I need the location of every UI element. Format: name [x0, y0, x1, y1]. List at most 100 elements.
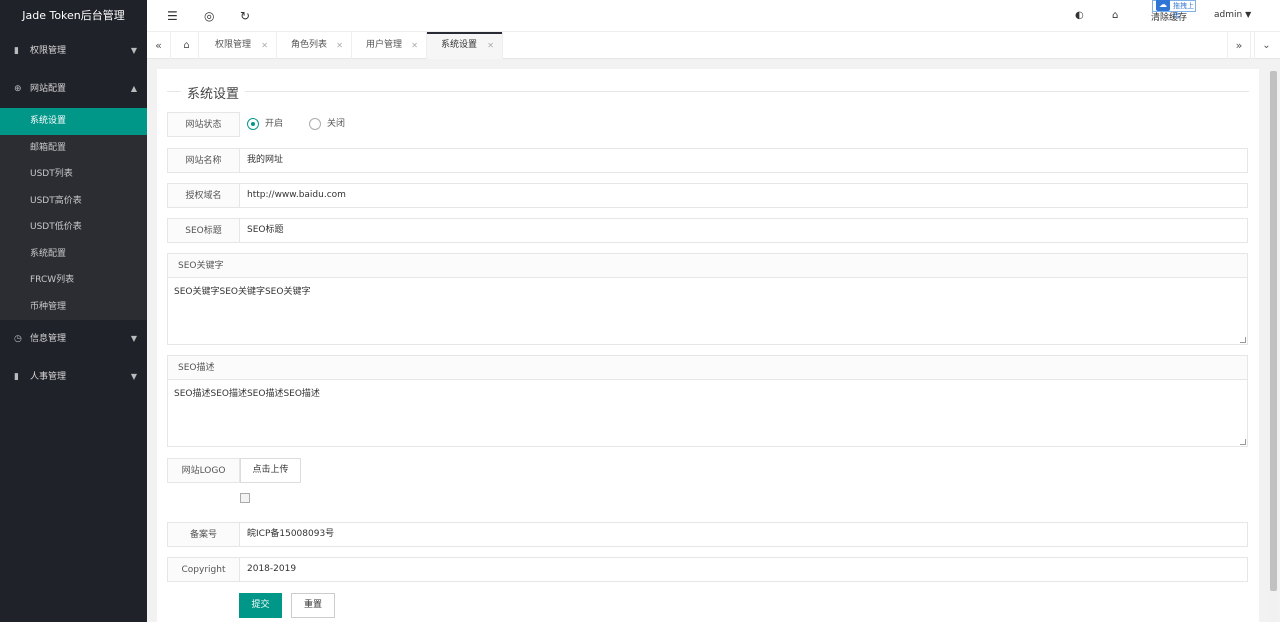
scrollbar-thumb[interactable]	[1270, 71, 1277, 591]
nav-group-label: 权限管理	[30, 46, 67, 56]
user-menu[interactable]: admin ▼	[1214, 10, 1251, 20]
nav-group-label: 人事管理	[30, 372, 67, 382]
site-name-input[interactable]: 我的网址	[240, 148, 1248, 173]
seo-keywords-value: SEO关键字SEO关键字SEO关键字	[174, 287, 311, 297]
copyright-label: Copyright	[167, 557, 240, 582]
tabs-scroll-right-icon[interactable]: »	[1227, 32, 1251, 59]
seo-title-label: SEO标题	[167, 218, 240, 243]
upload-button[interactable]: 点击上传	[240, 458, 301, 483]
tab-bar: « ⌂ 权限管理 ✕ 角色列表 ✕ 用户管理 ✕ 系统设置 ✕ » ⌄	[147, 32, 1280, 59]
divider	[167, 91, 1249, 92]
sidebar-item-usdt-low[interactable]: USDT低价表	[0, 214, 147, 241]
seo-title-row: SEO标题 SEO标题	[167, 218, 1248, 243]
username: admin	[1214, 10, 1243, 20]
status-radio-on[interactable]: 开启	[247, 117, 283, 131]
theme-icon[interactable]: ◐	[1075, 10, 1084, 21]
seo-desc-value: SEO描述SEO描述SEO描述SEO描述	[174, 389, 320, 399]
status-radio-off[interactable]: 关闭	[309, 117, 345, 131]
globe-icon[interactable]: ◎	[204, 9, 214, 23]
icp-row: 备案号 皖ICP备15008093号	[167, 522, 1248, 547]
reset-button[interactable]: 重置	[291, 593, 335, 618]
seo-keywords-textarea[interactable]: SEO关键字SEO关键字SEO关键字	[168, 278, 1247, 344]
nav-group-permissions[interactable]: ▮ 权限管理 ▼	[0, 32, 147, 70]
tab-roles[interactable]: 角色列表 ✕	[277, 32, 352, 59]
chevron-down-icon: ▼	[130, 334, 137, 343]
menu-toggle-icon[interactable]: ☰	[167, 9, 178, 23]
domain-input[interactable]: http://www.baidu.com	[240, 183, 1248, 208]
permissions-icon: ▮	[14, 46, 19, 56]
chevron-down-icon: ▼	[130, 372, 137, 381]
sidebar-item-system-settings[interactable]: 系统设置	[0, 108, 147, 135]
tag-icon[interactable]: ⌂	[1112, 10, 1118, 21]
refresh-icon[interactable]: ↻	[240, 9, 250, 23]
seo-desc-label: SEO描述	[168, 356, 1247, 380]
sidebar-item-system-config[interactable]: 系统配置	[0, 241, 147, 268]
chevron-down-icon: ▼	[1245, 10, 1252, 19]
nav-group-site-config[interactable]: ⊕ 网站配置 ▲	[0, 70, 147, 108]
nav-submenu: 系统设置 邮箱配置 USDT列表 USDT高价表 USDT低价表 系统配置 FR…	[0, 108, 147, 320]
chevron-up-icon: ▲	[130, 84, 137, 93]
sidebar: Jade Token后台管理 ▮ 权限管理 ▼ ⊕ 网站配置 ▲ 系统设置 邮箱配置…	[0, 0, 147, 622]
tab-users[interactable]: 用户管理 ✕	[352, 32, 427, 59]
tabs-scroll-left-icon[interactable]: «	[147, 32, 171, 59]
cloud-icon: ☁	[1156, 0, 1170, 11]
close-icon[interactable]: ✕	[411, 32, 418, 59]
seo-keywords-label: SEO关键字	[168, 254, 1247, 278]
hr-icon: ▮	[14, 372, 19, 382]
icp-input[interactable]: 皖ICP备15008093号	[240, 522, 1248, 547]
tab-label: 角色列表	[291, 40, 328, 50]
app-logo[interactable]: Jade Token后台管理	[0, 0, 147, 32]
site-status-label: 网站状态	[167, 112, 240, 137]
settings-panel: 系统设置 网站状态 开启 关闭 网站名称 我的网址 授权域名 http://ww…	[157, 69, 1259, 622]
sidebar-item-frcw-list[interactable]: FRCW列表	[0, 267, 147, 294]
radio-label: 开启	[265, 119, 284, 129]
top-header: ☰ ◎ ↻ ◐ ⌂ 清除缓存 ☁ 拖拽上传 admin ▼	[147, 0, 1280, 32]
resize-handle-icon[interactable]	[1240, 439, 1246, 445]
icp-label: 备案号	[167, 522, 240, 547]
radio-unchecked-icon	[309, 117, 321, 130]
logo-row: 网站LOGO 点击上传	[167, 458, 1248, 483]
submit-button[interactable]: 提交	[239, 593, 282, 618]
copyright-row: Copyright 2018-2019	[167, 557, 1248, 582]
chevron-down-icon: ▼	[130, 46, 137, 55]
nav-group-info[interactable]: ◷ 信息管理 ▼	[0, 320, 147, 358]
nav-group-label: 网站配置	[30, 84, 67, 94]
domain-row: 授权域名 http://www.baidu.com	[167, 183, 1248, 208]
drag-upload-widget[interactable]: ☁ 拖拽上传	[1152, 0, 1196, 20]
radio-checked-icon	[247, 117, 259, 130]
site-status-row: 网站状态 开启 关闭	[167, 112, 1248, 137]
section-title: 系统设置	[181, 83, 246, 102]
nav-group-hr[interactable]: ▮ 人事管理 ▼	[0, 358, 147, 396]
sidebar-item-mail-config[interactable]: 邮箱配置	[0, 135, 147, 162]
logo-preview-image	[240, 493, 250, 503]
home-icon[interactable]: ⌂	[175, 32, 199, 59]
tab-label: 系统设置	[441, 40, 478, 50]
page-scrollbar[interactable]	[1269, 69, 1278, 622]
sidebar-item-usdt-list[interactable]: USDT列表	[0, 161, 147, 188]
seo-desc-textarea[interactable]: SEO描述SEO描述SEO描述SEO描述	[168, 380, 1247, 446]
logo-label: 网站LOGO	[167, 458, 240, 483]
tab-label: 权限管理	[215, 40, 252, 50]
sidebar-item-currency[interactable]: 币种管理	[0, 294, 147, 321]
section-header: 系统设置	[167, 83, 1249, 102]
site-config-icon: ⊕	[14, 84, 22, 94]
close-icon[interactable]: ✕	[487, 32, 494, 59]
site-name-label: 网站名称	[167, 148, 240, 173]
close-icon[interactable]: ✕	[261, 32, 268, 59]
resize-handle-icon[interactable]	[1240, 337, 1246, 343]
sidebar-item-usdt-high[interactable]: USDT高价表	[0, 188, 147, 215]
seo-title-input[interactable]: SEO标题	[240, 218, 1248, 243]
domain-label: 授权域名	[167, 183, 240, 208]
close-icon[interactable]: ✕	[336, 32, 343, 59]
clock-icon: ◷	[14, 334, 22, 344]
seo-desc-field: SEO描述 SEO描述SEO描述SEO描述SEO描述	[167, 355, 1248, 447]
nav-group-label: 信息管理	[30, 334, 67, 344]
tab-label: 用户管理	[366, 40, 403, 50]
tab-permissions[interactable]: 权限管理 ✕	[201, 32, 277, 59]
chevron-down-icon[interactable]: ⌄	[1254, 32, 1278, 59]
copyright-input[interactable]: 2018-2019	[240, 557, 1248, 582]
seo-keywords-field: SEO关键字 SEO关键字SEO关键字SEO关键字	[167, 253, 1248, 345]
radio-label: 关闭	[327, 119, 346, 129]
site-name-row: 网站名称 我的网址	[167, 148, 1248, 173]
tab-system-settings[interactable]: 系统设置 ✕	[427, 32, 503, 59]
